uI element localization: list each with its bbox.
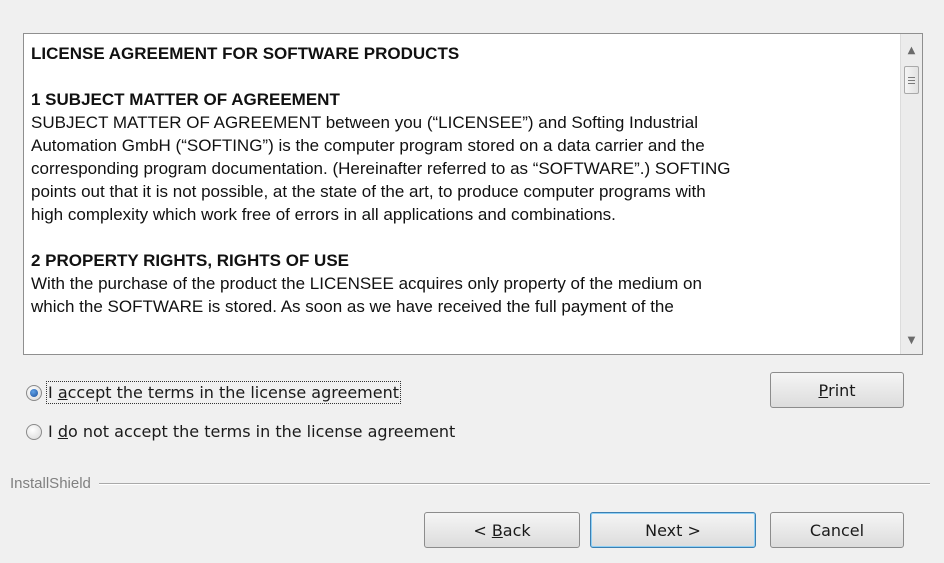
section2-line: which the SOFTWARE is stored. As soon as… xyxy=(31,297,674,316)
vertical-scrollbar[interactable]: ▲ ▼ xyxy=(900,34,922,354)
installshield-brand: InstallShield xyxy=(10,475,91,492)
installshield-separator: InstallShield xyxy=(10,475,930,492)
accept-terms-radio[interactable]: I accept the terms in the license agreem… xyxy=(26,381,402,404)
accept-terms-label[interactable]: I accept the terms in the license agreem… xyxy=(45,381,402,404)
section1-line: SUBJECT MATTER OF AGREEMENT between you … xyxy=(31,113,699,132)
separator-line xyxy=(98,482,930,485)
decline-terms-radio[interactable]: I do not accept the terms in the license… xyxy=(26,422,455,441)
section2-line: With the purchase of the product the LIC… xyxy=(31,274,702,293)
grip-line xyxy=(908,82,915,84)
back-accelerator: B xyxy=(491,520,503,540)
grip-line xyxy=(908,76,915,78)
label-post: ccept the terms in the license agreement xyxy=(67,383,400,402)
section1-line: corresponding program documentation. (He… xyxy=(31,159,731,178)
back-button[interactable]: < Back xyxy=(424,512,580,548)
scroll-down-arrow-icon[interactable]: ▼ xyxy=(901,330,922,350)
back-label: ack xyxy=(502,520,531,540)
print-accelerator: P xyxy=(818,380,829,400)
license-agreement-textbox[interactable]: LICENSE AGREEMENT FOR SOFTWARE PRODUCTS … xyxy=(23,33,923,355)
radio-selected-icon[interactable] xyxy=(26,384,42,401)
scroll-thumb-grip-icon[interactable] xyxy=(904,66,919,94)
section1-heading: 1 SUBJECT MATTER OF AGREEMENT xyxy=(31,90,340,109)
license-text: LICENSE AGREEMENT FOR SOFTWARE PRODUCTS … xyxy=(31,42,899,318)
license-title: LICENSE AGREEMENT FOR SOFTWARE PRODUCTS xyxy=(31,44,460,63)
label-pre: I xyxy=(48,422,58,441)
print-label: rint xyxy=(828,380,856,400)
section2-heading: 2 PROPERTY RIGHTS, RIGHTS OF USE xyxy=(31,251,350,270)
cancel-button[interactable]: Cancel xyxy=(770,512,904,548)
scroll-up-arrow-icon[interactable]: ▲ xyxy=(901,40,922,60)
back-prefix: < xyxy=(473,520,492,540)
next-button[interactable]: Next > xyxy=(590,512,756,548)
radio-dot xyxy=(30,388,38,397)
decline-terms-label[interactable]: I do not accept the terms in the license… xyxy=(48,422,455,441)
label-accelerator: a xyxy=(57,383,68,402)
label-accelerator: d xyxy=(57,422,68,441)
section1-line: points out that it is not possible, at t… xyxy=(31,182,706,201)
print-button[interactable]: Print xyxy=(770,372,904,408)
label-pre: I xyxy=(48,383,58,402)
radio-unselected-icon[interactable] xyxy=(26,423,42,440)
grip-line xyxy=(908,79,915,81)
section1-line: high complexity which work free of error… xyxy=(31,205,616,224)
section1-line: Automation GmbH (“SOFTING”) is the compu… xyxy=(31,136,705,155)
label-post: o not accept the terms in the license ag… xyxy=(67,422,456,441)
